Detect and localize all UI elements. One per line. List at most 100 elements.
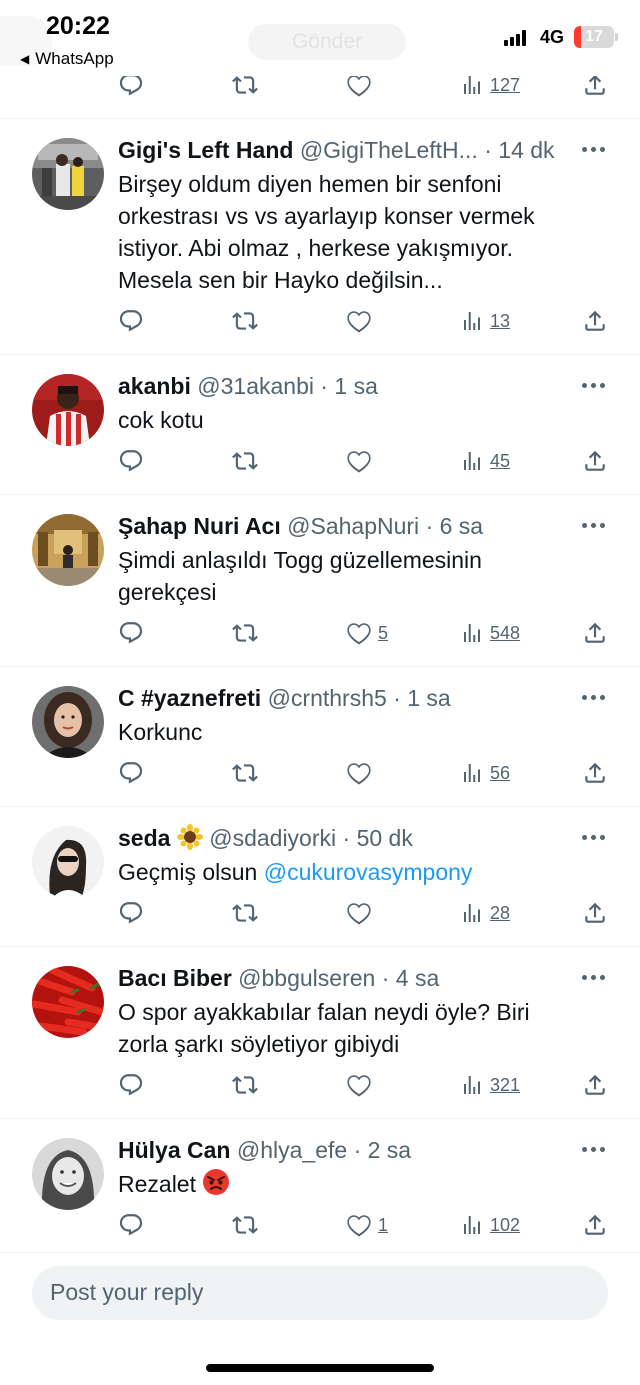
repost-button[interactable] — [232, 446, 258, 476]
views-button[interactable]: 13 — [460, 306, 510, 336]
tweet-time[interactable]: · 50 dk — [343, 825, 413, 851]
share-button[interactable] — [582, 446, 608, 476]
author-handle[interactable]: @sdadiyorki — [209, 825, 336, 851]
reply-button[interactable] — [118, 618, 144, 648]
share-button[interactable] — [582, 306, 608, 336]
smiling-woman-avatar[interactable] — [32, 1138, 104, 1210]
author-name[interactable]: seda — [118, 825, 170, 851]
views-button[interactable]: 28 — [460, 898, 510, 928]
reply-button[interactable] — [118, 898, 144, 928]
share-button[interactable] — [582, 898, 608, 928]
back-app-label: WhatsApp — [35, 49, 114, 68]
share-button[interactable] — [582, 1070, 608, 1100]
author-handle[interactable]: @31akanbi — [197, 373, 314, 399]
reply-icon — [118, 1212, 144, 1238]
like-button[interactable] — [346, 306, 378, 336]
author-handle[interactable]: @bbgulseren — [238, 965, 375, 991]
back-to-app-link[interactable]: ◀ WhatsApp — [20, 49, 114, 69]
more-options-icon[interactable] — [582, 833, 608, 841]
author-name[interactable]: C #yaznefreti — [118, 685, 261, 711]
repost-icon — [232, 308, 258, 334]
views-button[interactable]: 321 — [460, 1070, 520, 1100]
more-options-icon[interactable] — [582, 693, 608, 701]
more-options-icon[interactable] — [582, 973, 608, 981]
author-name[interactable]: Şahap Nuri Acı — [118, 513, 281, 539]
reply-button[interactable] — [118, 1210, 144, 1240]
divider — [0, 666, 640, 667]
author-name[interactable]: Hülya Can — [118, 1137, 230, 1163]
views-button[interactable]: 102 — [460, 1210, 520, 1240]
heart-icon — [346, 1212, 372, 1238]
repost-button[interactable] — [232, 306, 258, 336]
views-count: 13 — [490, 310, 511, 331]
repost-button[interactable] — [232, 618, 258, 648]
woman-sunglasses-avatar[interactable] — [32, 826, 104, 898]
views-button[interactable]: 548 — [460, 618, 520, 648]
angry-face-emoji-icon — [203, 1169, 230, 1195]
author-name[interactable]: Bacı Biber — [118, 965, 232, 991]
more-options-icon[interactable] — [582, 381, 608, 389]
basketball-photo-avatar[interactable] — [32, 138, 104, 210]
reply-button[interactable] — [118, 1070, 144, 1100]
red-peppers-avatar[interactable] — [32, 966, 104, 1038]
more-options-icon[interactable] — [582, 1145, 608, 1153]
heart-icon — [346, 308, 372, 334]
tweet-time[interactable]: · 1 sa — [320, 373, 378, 399]
tweet-header: Bacı Biber @bbgulseren · 4 sa — [118, 964, 570, 992]
share-button[interactable] — [582, 1210, 608, 1240]
like-button[interactable] — [346, 898, 378, 928]
author-handle[interactable]: @hlya_efe — [237, 1137, 347, 1163]
repost-button[interactable] — [232, 1070, 258, 1100]
tweet-time[interactable]: · 4 sa — [382, 965, 440, 991]
reply-icon — [118, 620, 144, 646]
repost-button[interactable] — [232, 1210, 258, 1240]
like-button[interactable] — [346, 758, 378, 788]
reply-button[interactable] — [118, 758, 144, 788]
repost-icon — [232, 900, 258, 926]
mention-link[interactable]: @cukurovasympony — [264, 859, 473, 885]
footballer-avatar[interactable] — [32, 374, 104, 446]
views-button[interactable]: 56 — [460, 758, 510, 788]
tweet-header: C #yaznefreti @crnthrsh5 · 1 sa — [118, 684, 570, 712]
author-handle[interactable]: @crnthrsh5 — [268, 685, 387, 711]
temple-photo-avatar[interactable] — [32, 514, 104, 586]
share-button[interactable] — [582, 758, 608, 788]
more-options-icon[interactable] — [582, 145, 608, 153]
divider — [0, 1118, 640, 1119]
tweet-time[interactable]: · 2 sa — [354, 1137, 412, 1163]
tweet-time[interactable]: · 6 sa — [426, 513, 484, 539]
tweet-time[interactable]: · 1 sa — [393, 685, 451, 711]
home-indicator[interactable] — [206, 1364, 434, 1372]
share-icon — [582, 900, 608, 926]
like-button[interactable] — [346, 1070, 378, 1100]
author-handle[interactable]: @GigiTheLeftH... — [300, 137, 478, 163]
tweet-header: Şahap Nuri Acı @SahapNuri · 6 sa — [118, 512, 570, 540]
like-button[interactable] — [346, 446, 378, 476]
more-options-icon[interactable] — [582, 521, 608, 529]
views-icon — [460, 449, 484, 473]
divider — [0, 946, 640, 947]
repost-button[interactable] — [232, 758, 258, 788]
share-button[interactable] — [582, 618, 608, 648]
repost-button[interactable] — [232, 898, 258, 928]
tweet-time[interactable]: · 14 dk — [484, 137, 554, 163]
views-count: 28 — [490, 902, 511, 923]
like-button[interactable]: 5 — [346, 618, 388, 648]
heart-icon — [346, 448, 372, 474]
reply-icon — [118, 900, 144, 926]
like-button[interactable]: 1 — [346, 1210, 388, 1240]
tweet-text-line: istiyor. Abi olmaz , herkese yakışmıyor. — [118, 235, 513, 261]
tweet-text-line: Geçmiş olsun — [118, 859, 264, 885]
author-name[interactable]: Gigi's Left Hand — [118, 137, 293, 163]
author-handle[interactable]: @SahapNuri — [287, 513, 419, 539]
views-button[interactable]: 45 — [460, 446, 510, 476]
reply-button[interactable] — [118, 446, 144, 476]
views-count: 127 — [490, 74, 521, 95]
reply-button[interactable] — [118, 306, 144, 336]
tweet-text: Korkunc — [118, 716, 588, 748]
reply-icon — [118, 308, 144, 334]
repost-icon — [232, 760, 258, 786]
share-icon — [582, 1072, 608, 1098]
author-name[interactable]: akanbi — [118, 373, 191, 399]
woman-portrait-avatar[interactable] — [32, 686, 104, 758]
